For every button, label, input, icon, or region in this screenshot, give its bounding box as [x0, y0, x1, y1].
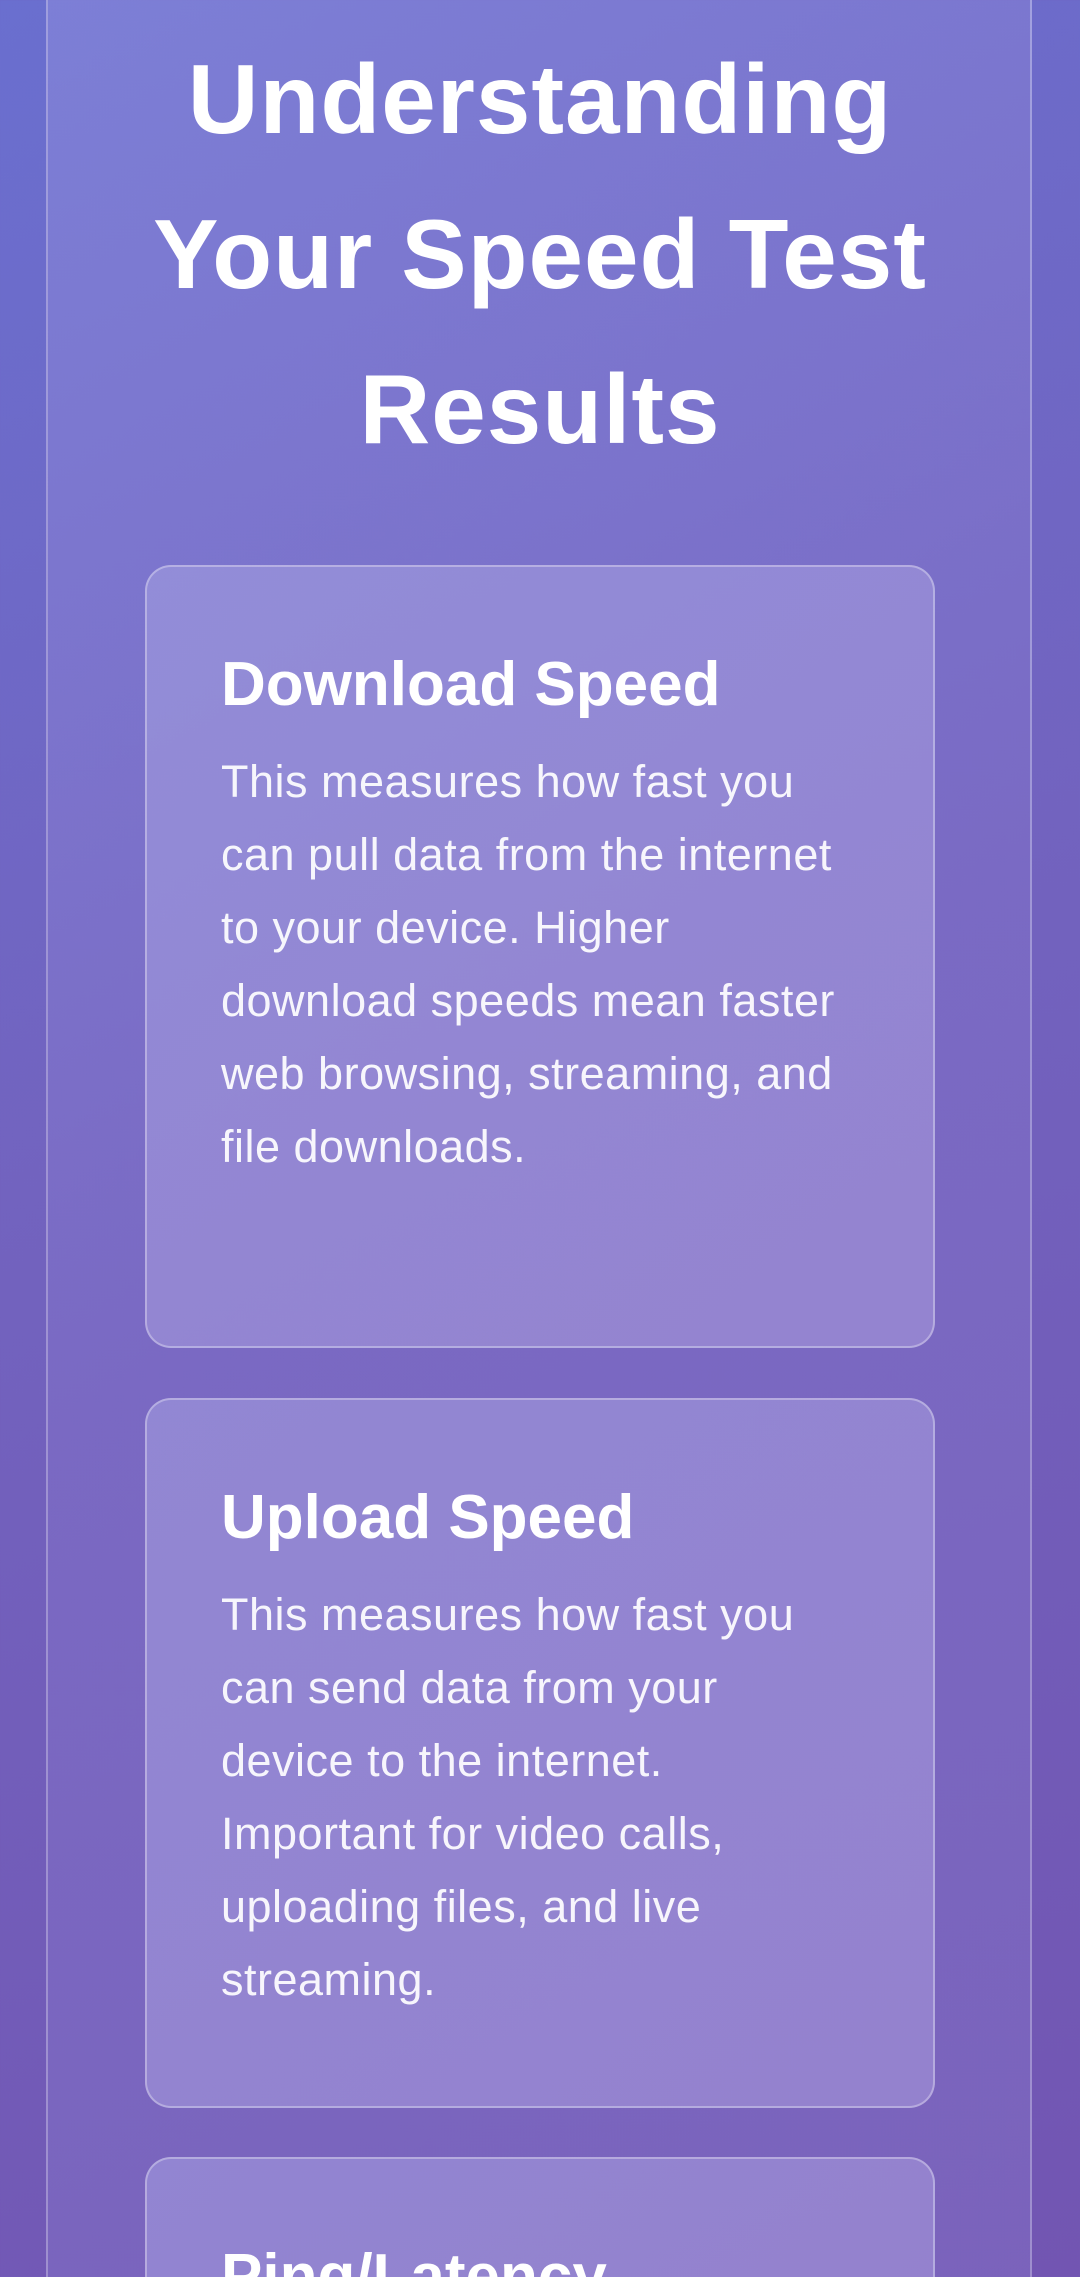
card-title: Upload Speed: [221, 1483, 635, 1552]
card-title: Download Speed: [221, 650, 721, 719]
page-title: Understanding Your Speed Test Results: [153, 44, 927, 464]
card-title: Ping/Latency: [221, 2242, 607, 2277]
download-speed-card: Download Speed This measures how fast yo…: [145, 565, 935, 1348]
card-description: This measures how fast you can pull data…: [221, 756, 835, 1172]
ping-latency-card: Ping/Latency: [145, 2157, 935, 2277]
upload-speed-card: Upload Speed This measures how fast you …: [145, 1398, 935, 2108]
card-description: This measures how fast you can send data…: [221, 1589, 795, 2005]
